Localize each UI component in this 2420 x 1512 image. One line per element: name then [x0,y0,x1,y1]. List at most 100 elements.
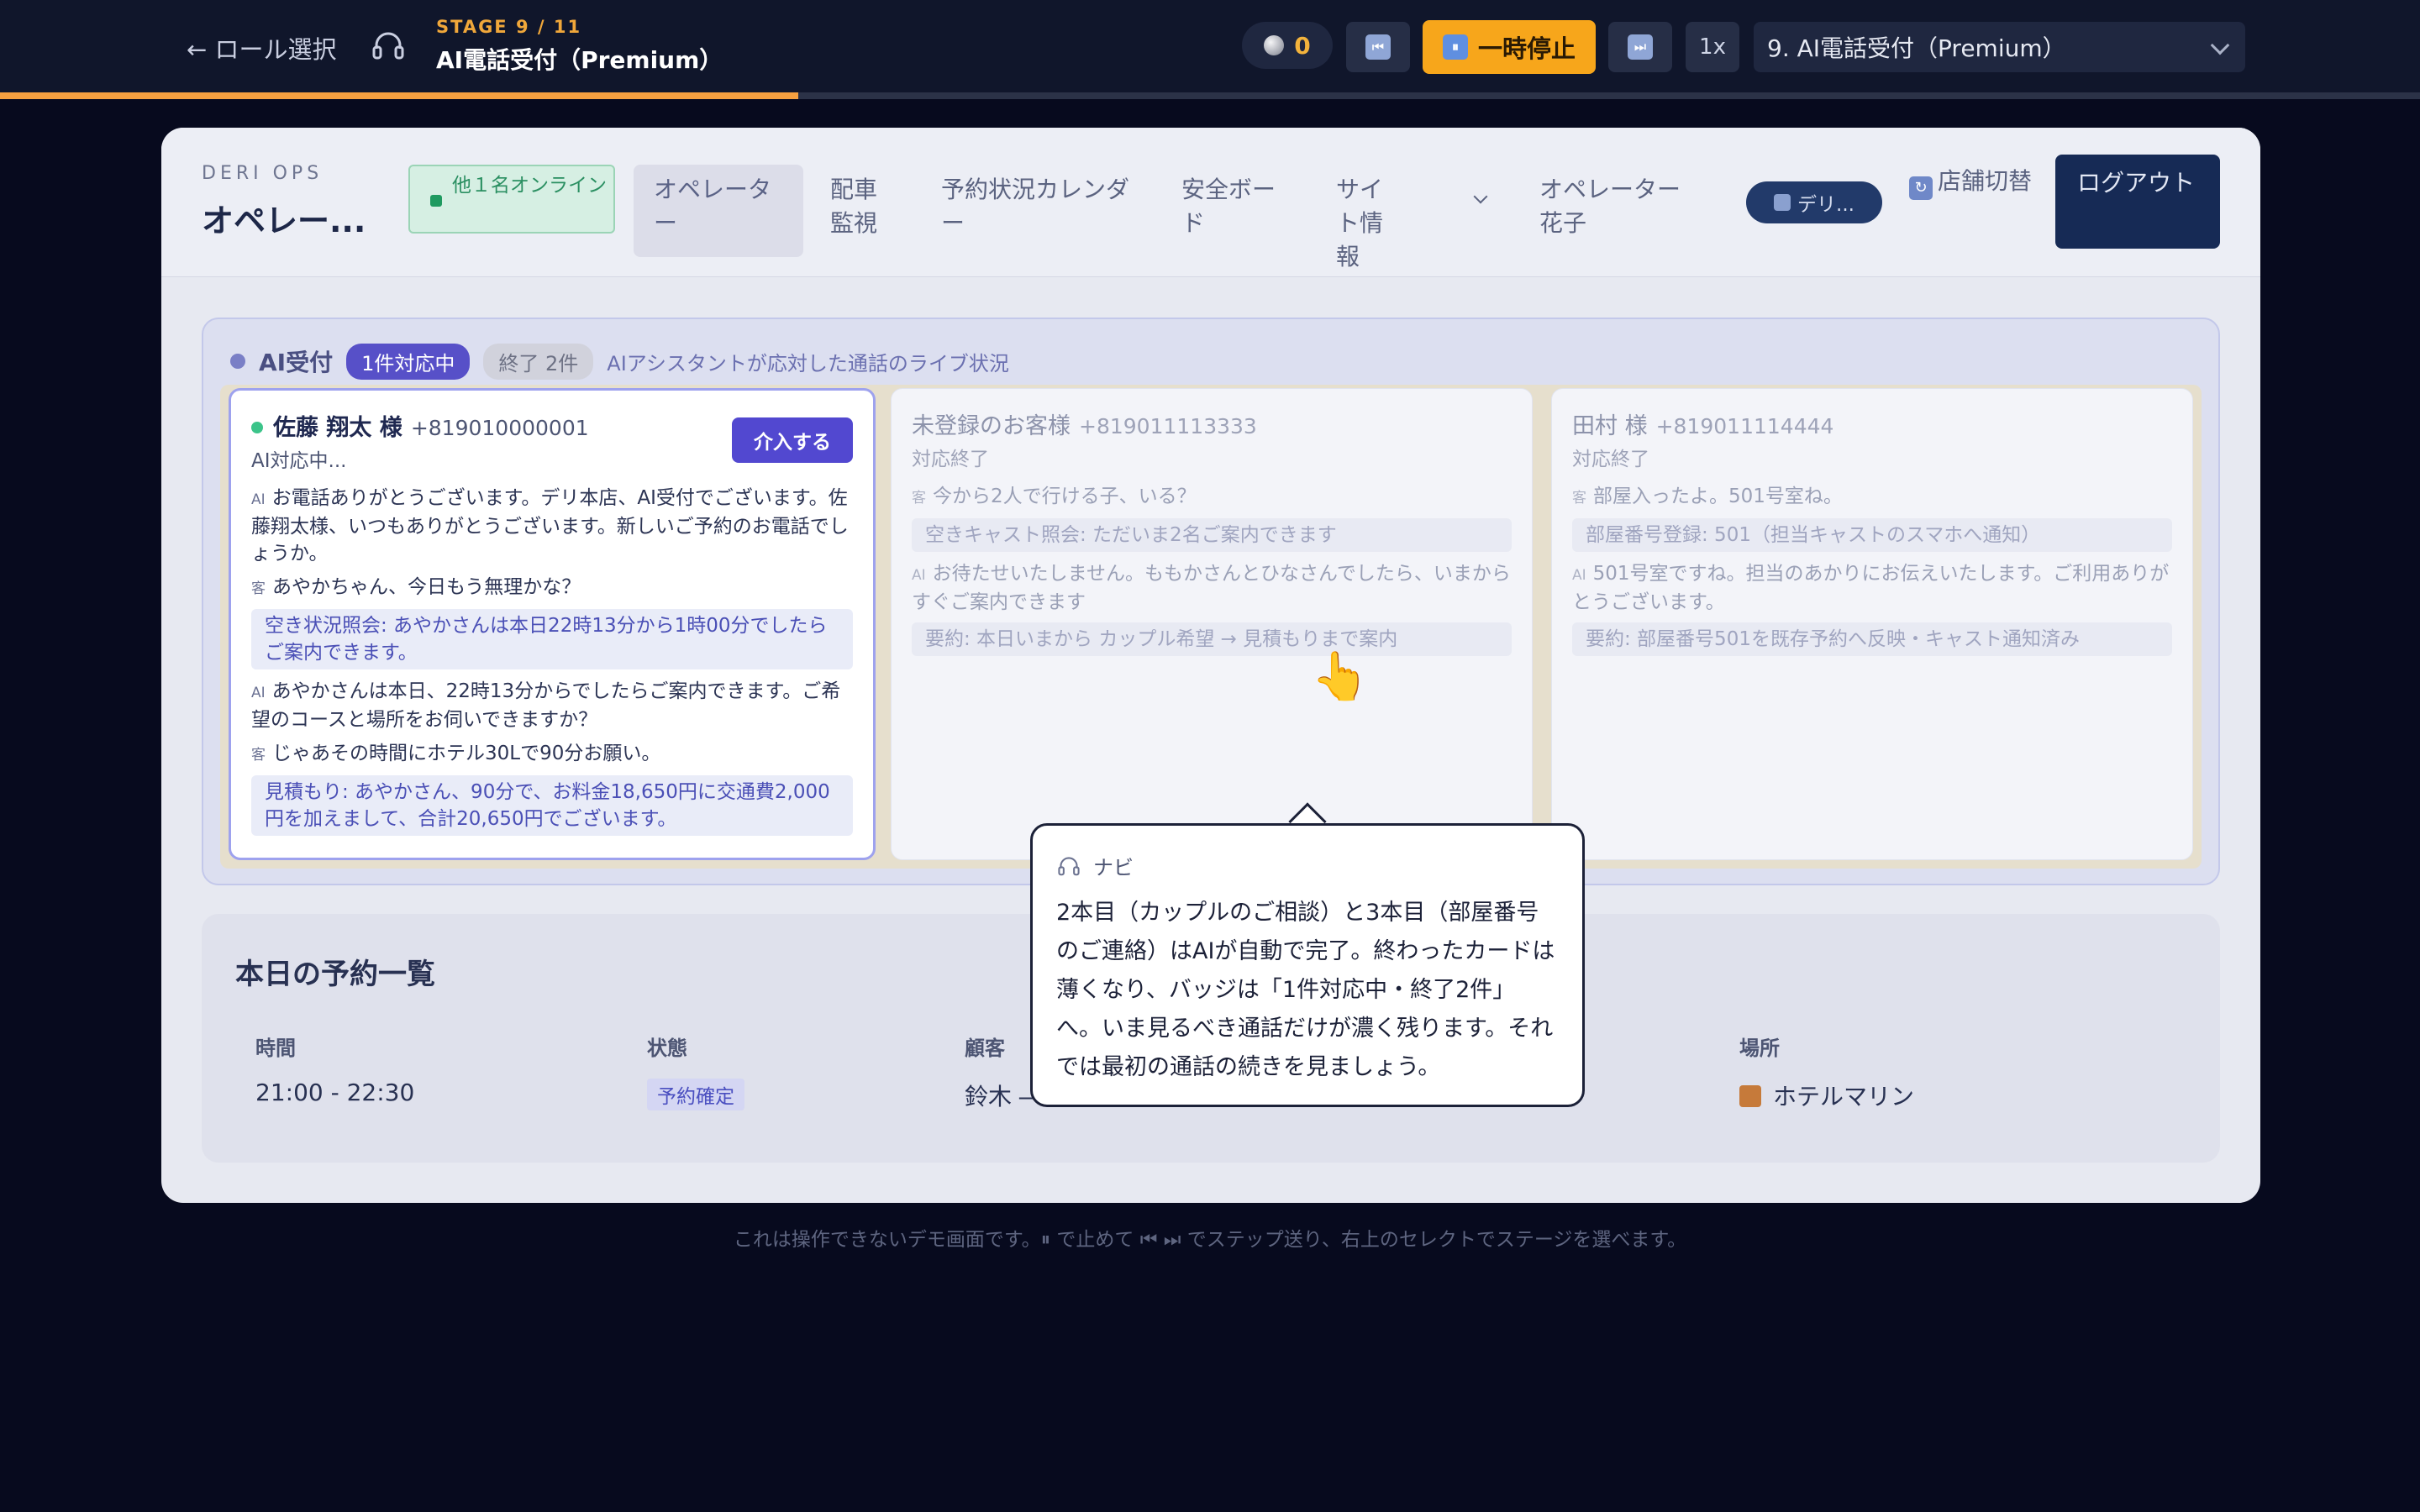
reservation-place: ホテルマリン [1739,1079,1914,1112]
intervene-button[interactable]: 介入する [732,417,853,463]
line-text: お待たせいたしません。ももかさんとひなさんでしたら、いまからすぐご案内できます [912,563,1511,613]
nav-tab-site-info[interactable]: サイト情報 [1316,165,1425,270]
reservation-time: 21:00 - 22:30 [255,1079,415,1106]
finished-calls-badge: 終了 2件 [483,343,594,380]
rewind-button[interactable]: ⏮ [1346,22,1410,72]
transcript-line-customer: 客今から2人で行ける子、いる？ [912,483,1512,512]
tooltip-body: 2本目（カップルのご相談）と3本目（部屋番号のご連絡）はAIが自動で完了。終わっ… [1056,900,1555,1080]
pause-button[interactable]: ⏸ 一時停止 [1423,20,1596,74]
stage-progress-bar [0,92,2420,99]
transcript-line-ai: AI あやかさんは本日、22時13分からでしたらご案内できます。ご希望のコースと場… [251,678,853,733]
reservation-place-text: ホテルマリン [1773,1083,1915,1110]
transcript-line-ai: AI 501号室ですね。担当のあかりにお伝えいたします。ご利用ありがとうございます… [1572,560,2172,616]
call-card-finished: 田村 様 +819011114444 対応終了 客部屋入ったよ。501号室ね。 部… [1551,388,2193,860]
line-text: お電話ありがとうございます。デリ本店、AI受付でございます。佐藤翔太様、いつもあ… [251,487,849,564]
forward-button[interactable]: ⏭ [1608,22,1672,72]
transcript-line-customer: 客部屋入ったよ。501号室ね。 [1572,483,2172,512]
speaker-label: 客 [1572,490,1586,507]
caller-name-text: 田村 様 [1572,413,1648,439]
nav-tab-safety-board[interactable]: 安全ボード [1161,165,1296,257]
ai-reception-panel: AI受付 1件対応中 終了 2件 AIアシスタントが応対した通話のライブ状況 佐… [202,318,2220,885]
speed-button[interactable]: 1x [1686,22,1739,72]
stage-select-value: 9. AI電話受付（Premium） [1767,34,2066,62]
caller-phone: +819011113333 [1079,414,1257,438]
logout-button[interactable]: ログアウト [2055,155,2220,249]
refresh-icon: ↻ [1909,176,1933,200]
user-chip-label: デリ... [1797,194,1854,216]
store-switch-label: 店舗切替 [1938,167,2033,195]
nav-tab-dispatch[interactable]: 配車監視 [810,165,908,257]
speaker-label: 客 [912,490,926,507]
line-text: あやかさんは本日、22時13分からでしたらご案内できます。ご希望のコースと場所を… [251,680,841,731]
caller-name-text: 佐藤 翔太 様 [273,415,402,441]
caller-phone: +819011114444 [1655,414,1834,438]
nav-tab-label: 配車監視 [830,176,878,237]
store-switch-button[interactable]: ↻ 店舗切替 [1909,165,2035,200]
call-status: 対応終了 [1572,449,1649,470]
ai-panel-header: AI受付 1件対応中 終了 2件 AIアシスタントが応対した通話のライブ状況 [230,343,1009,380]
speaker-label: AI [912,567,926,584]
online-status-text: 他１名オンライン [452,175,607,197]
caller-name: 未登録のお客様 +819011113333 [912,407,1257,440]
transcript-line-customer: 客あやかちゃん、今日もう無理かな？ [251,574,853,602]
stage-progress-fill [0,92,799,99]
coin-count: 0 [1294,31,1311,60]
navi-tooltip: ナビ 2本目（カップルのご相談）と3本目（部屋番号のご連絡）はAIが自動で完了。… [1030,823,1585,1107]
caller-phone: +819010000001 [410,416,589,440]
speaker-label: AI [251,685,266,701]
ai-panel-title: AI受付 [259,349,334,376]
forward-icon: ⏭ [1628,34,1653,60]
column-header-place: 場所 [1739,1037,1780,1060]
column-header-customer: 顧客 [965,1037,1005,1060]
app-header: DERI OPS オペレー... 他１名オンライン オペレーター 配車監視 予約… [161,128,2260,277]
live-indicator-icon [251,422,263,433]
column-header-status: 状態 [647,1037,687,1060]
line-text: じゃあその時間にホテル30Lで90分お願い。 [272,743,661,764]
nav-tab-calendar[interactable]: 予約状況カレンダー [921,165,1153,257]
nav-tab-label: オペレーター [654,176,772,237]
brand-subtitle: DERI OPS [202,163,324,184]
demo-topbar: ← ロール選択 STAGE 9 / 11 AI電話受付（Premium） 0 ⏮… [0,0,2420,94]
speaker-label: 客 [251,580,266,597]
nav-tab-label: オペレーター 花子 [1539,176,1681,237]
tooltip-title: ナビ [1093,856,1134,879]
transcript-line-system: 空きキャスト照会: ただいま2名ご案内できます [912,518,1512,552]
line-text: 501号室ですね。担当のあかりにお伝えいたします。ご利用ありがとうございます。 [1572,563,2170,613]
line-text: 今から2人で行ける子、いる？ [933,486,1197,507]
stage-select[interactable]: 9. AI電話受付（Premium） [1754,22,2245,72]
hotel-icon [1739,1085,1761,1107]
chevron-down-icon [2210,35,2230,55]
user-menu-chip[interactable]: デリ... [1746,181,1882,223]
nav-tab-label: 予約状況カレンダー [941,176,1130,237]
transcript: 客部屋入ったよ。501号室ね。 部屋番号登録: 501（担当キャストのスマホへ通… [1572,483,2172,664]
online-indicator-icon [430,195,442,207]
tooltip-header: ナビ [1056,851,1559,880]
nav-tab-operator[interactable]: オペレーター [634,165,803,257]
transcript: AI お電話ありがとうございます。デリ本店、AI受付でございます。佐藤翔太様、いつ… [251,485,853,844]
call-status: 対応終了 [912,449,989,470]
user-icon [1774,194,1791,211]
line-text: あやかちゃん、今日もう無理かな？ [272,576,581,598]
caller-name: 田村 様 +819011114444 [1572,407,1833,440]
nav-tab-label: サイト情報 [1336,176,1384,270]
transcript: 客今から2人で行ける子、いる？ 空きキャスト照会: ただいま2名ご案内できます … [912,483,1512,664]
reservations-title: 本日の予約一覧 [235,958,435,991]
online-status-badge: 他１名オンライン [408,165,615,234]
line-text: 部屋入ったよ。501号室ね。 [1593,486,1843,507]
ai-panel-description: AIアシスタントが応対した通話のライブ状況 [607,351,1009,375]
active-calls-badge: 1件対応中 [346,343,471,380]
transcript-line-system: 見積もり: あやかさん、90分で、お料金18,650円に交通費2,000円を加え… [251,775,853,836]
transcript-line-system: 要約: 本日いまから カップル希望 → 見積もりまで案内 [912,622,1512,656]
nav-operator-name[interactable]: オペレーター 花子 [1519,165,1712,257]
transcript-line-system: 空き状況照会: あやかさんは本日22時13分から1時00分でしたらご案内できます… [251,609,853,669]
stage-counter: STAGE 9 / 11 [436,17,582,37]
demo-footer-note: これは操作できないデモ画面です。⏸ で止めて ⏮ ⏭ でステップ送り、右上のセレ… [733,1229,1687,1251]
pause-icon: ⏸ [1442,34,1468,60]
caller-name: 佐藤 翔太 様 +819010000001 [251,409,589,442]
speaker-label: 客 [251,747,266,764]
transcript-line-system: 部屋番号登録: 501（担当キャストのスマホへ通知） [1572,518,2172,552]
stage-title: AI電話受付（Premium） [436,46,723,74]
back-to-role-select-link[interactable]: ← ロール選択 [187,30,337,66]
speaker-label: AI [1572,567,1586,584]
caller-name-text: 未登録のお客様 [912,413,1071,439]
